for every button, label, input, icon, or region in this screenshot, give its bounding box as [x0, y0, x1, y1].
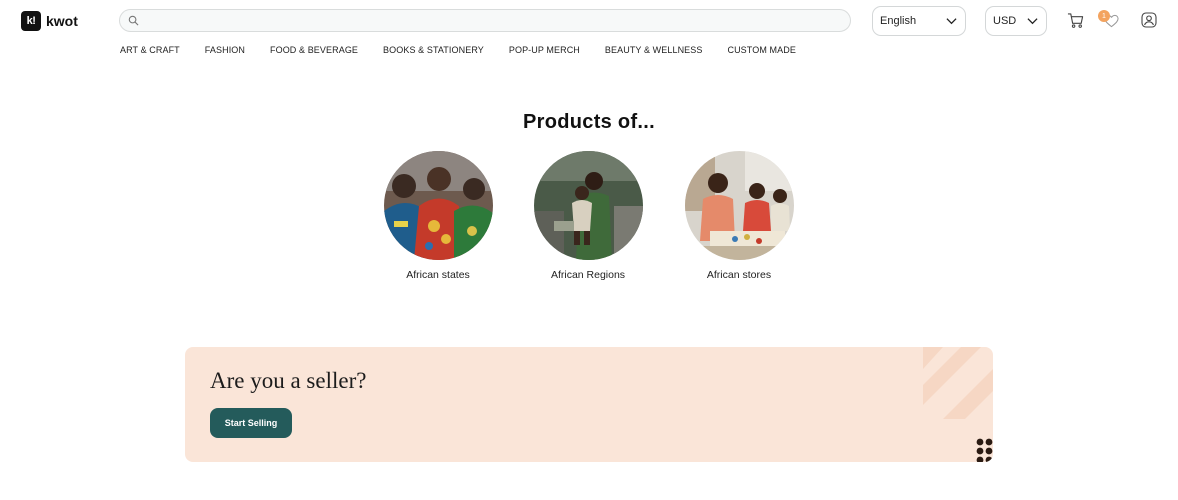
category-african-stores[interactable]: African stores [674, 151, 804, 281]
nav-item-custom-made[interactable]: CUSTOM MADE [727, 45, 795, 55]
african-stores-image [684, 151, 794, 260]
category-nav: ART & CRAFT FASHION FOOD & BEVERAGE BOOK… [120, 45, 821, 55]
currency-select[interactable]: USD [985, 6, 1047, 36]
category-african-states[interactable]: African states [373, 151, 503, 281]
brand-logo[interactable]: k! kwot [21, 11, 78, 31]
chevron-down-icon [1027, 18, 1038, 25]
decorative-dots [976, 438, 993, 462]
user-account-icon[interactable] [1141, 12, 1157, 28]
cart-icon[interactable] [1067, 12, 1084, 29]
top-header: k! kwot English USD 1 [0, 0, 1178, 40]
nav-item-pop-up-merch[interactable]: POP-UP MERCH [509, 45, 580, 55]
wishlist-count-badge: 1 [1098, 10, 1110, 22]
seller-banner: Are you a seller? Start Selling [185, 347, 993, 462]
decorative-stripes [923, 347, 993, 419]
nav-item-books-stationery[interactable]: BOOKS & STATIONERY [383, 45, 484, 55]
category-african-regions[interactable]: African Regions [523, 151, 653, 281]
seller-banner-title: Are you a seller? [210, 368, 367, 393]
nav-item-art-craft[interactable]: ART & CRAFT [120, 45, 180, 55]
start-selling-button[interactable]: Start Selling [210, 408, 292, 438]
african-states-image [383, 151, 493, 260]
logo-mark: k! [21, 11, 41, 31]
nav-item-fashion[interactable]: FASHION [205, 45, 245, 55]
category-label: African states [406, 269, 470, 281]
currency-selected: USD [993, 15, 1017, 27]
search-input[interactable] [119, 9, 851, 32]
products-of-title: Products of... [523, 111, 655, 133]
category-label: African Regions [550, 269, 626, 281]
language-select[interactable]: English [872, 6, 966, 36]
search-icon [128, 15, 139, 26]
chevron-down-icon [946, 18, 957, 25]
nav-item-food-beverage[interactable]: FOOD & BEVERAGE [270, 45, 358, 55]
logo-text: kwot [46, 13, 78, 29]
nav-item-beauty-wellness[interactable]: BEAUTY & WELLNESS [605, 45, 703, 55]
wishlist-button[interactable]: 1 [1098, 10, 1122, 30]
african-regions-image [533, 151, 643, 260]
category-label: African stores [706, 269, 772, 281]
language-selected: English [880, 15, 917, 27]
